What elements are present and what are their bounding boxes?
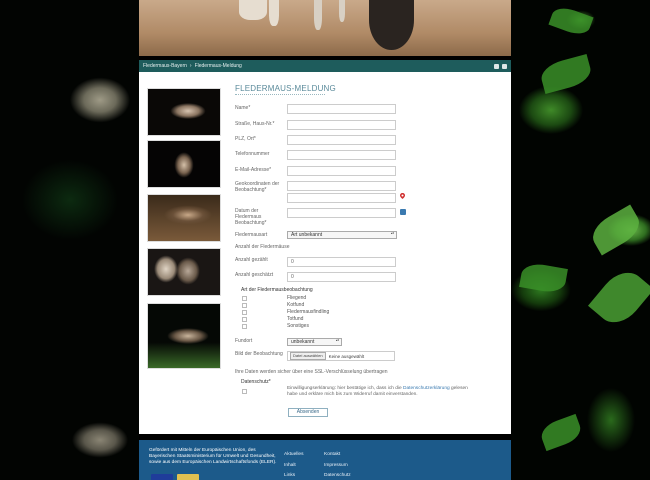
checkbox-kotfund[interactable]	[242, 303, 247, 308]
checkbox-fliegend[interactable]	[242, 296, 247, 301]
footer-link-kontakt[interactable]: Kontakt	[324, 452, 340, 457]
location-select[interactable]: unbekannt	[287, 338, 342, 346]
breadcrumb: Fledermaus-Bayern › Fledermaus-Meldung	[139, 60, 511, 72]
map-pin-icon[interactable]	[400, 193, 405, 199]
breadcrumb-current: Fledermaus-Meldung	[194, 63, 242, 69]
count-counted-input[interactable]: 0	[287, 257, 396, 267]
bat-photo-4	[147, 248, 221, 296]
checkbox-fledermausfindling[interactable]	[242, 310, 247, 315]
bavaria-logo-icon	[177, 474, 199, 480]
breadcrumb-separator: ›	[189, 63, 192, 69]
file-choose-button[interactable]: Datei auswählen	[290, 352, 326, 360]
bat-photo-1	[147, 88, 221, 136]
checkbox-label-fliegend: Fliegend	[287, 295, 307, 301]
main-content: FLEDERMAUS-MELDUNG Name* Straße, Haus-Nr…	[139, 72, 511, 434]
footer-funding-text: Gefördert mit Mitteln der Europäischen U…	[149, 448, 277, 465]
footer-link-datenschutz[interactable]: Datenschutz	[324, 473, 351, 478]
geo-input-2[interactable]	[287, 193, 396, 203]
background-right-leaves-image	[511, 0, 650, 480]
bat-photo-3	[147, 194, 221, 242]
name-label: Name*	[235, 105, 251, 111]
species-select[interactable]: Art unbekannt	[287, 231, 397, 239]
phone-input[interactable]	[287, 150, 396, 160]
privacy-consent-text: Einwilligungserklärung: hier bestätige i…	[287, 386, 477, 398]
zip-city-input[interactable]	[287, 135, 396, 145]
count-estimated-input[interactable]: 0	[287, 272, 396, 282]
count-heading: Anzahl der Fledermäuse	[235, 244, 290, 250]
checkbox-sonstiges[interactable]	[242, 324, 247, 329]
bat-photo-2	[147, 140, 221, 188]
privacy-policy-link[interactable]: Datenschutzerklärung	[403, 386, 450, 391]
footer-link-links[interactable]: Links	[284, 473, 295, 478]
pdf-icon[interactable]	[502, 63, 507, 69]
street-label: Straße, Haus-Nr.*	[235, 121, 275, 127]
bat-photo-5	[147, 303, 221, 369]
privacy-consent-checkbox[interactable]	[242, 389, 247, 394]
count-estimated-label: Anzahl geschätzt	[235, 272, 274, 278]
zip-city-label: PLZ, Ort*	[235, 136, 256, 142]
form-title: FLEDERMAUS-MELDUNG	[235, 84, 336, 93]
footer-link-impressum[interactable]: Impressum	[324, 463, 348, 468]
observation-type-heading: Art der Fledermausbeobachtung	[241, 287, 313, 293]
geo-input-1[interactable]	[287, 181, 396, 191]
consent-text-before: Einwilligungserklärung: hier bestätige i…	[287, 386, 403, 391]
date-label: Datum der Fledermaus Beobachtung*	[235, 208, 267, 226]
date-input[interactable]	[287, 208, 396, 218]
title-underline	[235, 94, 325, 95]
checkbox-label-fledermausfindling: Fledermausfindling	[287, 309, 330, 315]
location-label: Fundort	[235, 338, 253, 344]
footer-link-inhalt[interactable]: Inhalt	[284, 463, 296, 468]
checkbox-totfund[interactable]	[242, 317, 247, 322]
breadcrumb-home-link[interactable]: Fledermaus-Bayern	[143, 63, 187, 69]
checkbox-label-totfund: Totfund	[287, 316, 304, 322]
checkbox-label-kotfund: Kotfund	[287, 302, 305, 308]
submit-button[interactable]: Absenden	[288, 408, 328, 417]
footer: Gefördert mit Mitteln der Europäischen U…	[139, 440, 511, 480]
photo-file-input[interactable]: Datei auswählen Keine ausgewählt	[287, 351, 395, 361]
email-input[interactable]	[287, 166, 396, 176]
background-left-bat-image	[0, 0, 139, 480]
calendar-icon[interactable]	[400, 209, 406, 215]
eu-logo-icon	[151, 474, 173, 480]
geo-label: Geokoordinaten der Beobachtung*	[235, 181, 280, 193]
ssl-note: Ihre Daten werden sicher über eine SSL-V…	[235, 369, 388, 375]
count-counted-label: Anzahl gezählt	[235, 257, 268, 263]
privacy-heading: Datenschutz*	[241, 379, 271, 385]
photo-label: Bild der Beobachtung	[235, 351, 283, 357]
species-label: Fledermausart	[235, 232, 268, 238]
street-input[interactable]	[287, 120, 396, 130]
checkbox-label-sonstiges: Sonstiges	[287, 323, 309, 329]
phone-label: Telefonnummer	[235, 151, 270, 157]
name-input[interactable]	[287, 104, 396, 114]
file-status: Keine ausgewählt	[328, 353, 365, 359]
footer-link-aktuelles[interactable]: Aktuelles	[284, 452, 303, 457]
header-banner-image	[139, 0, 511, 56]
print-icon[interactable]	[494, 63, 499, 69]
email-label: E-Mail-Adresse*	[235, 167, 272, 173]
